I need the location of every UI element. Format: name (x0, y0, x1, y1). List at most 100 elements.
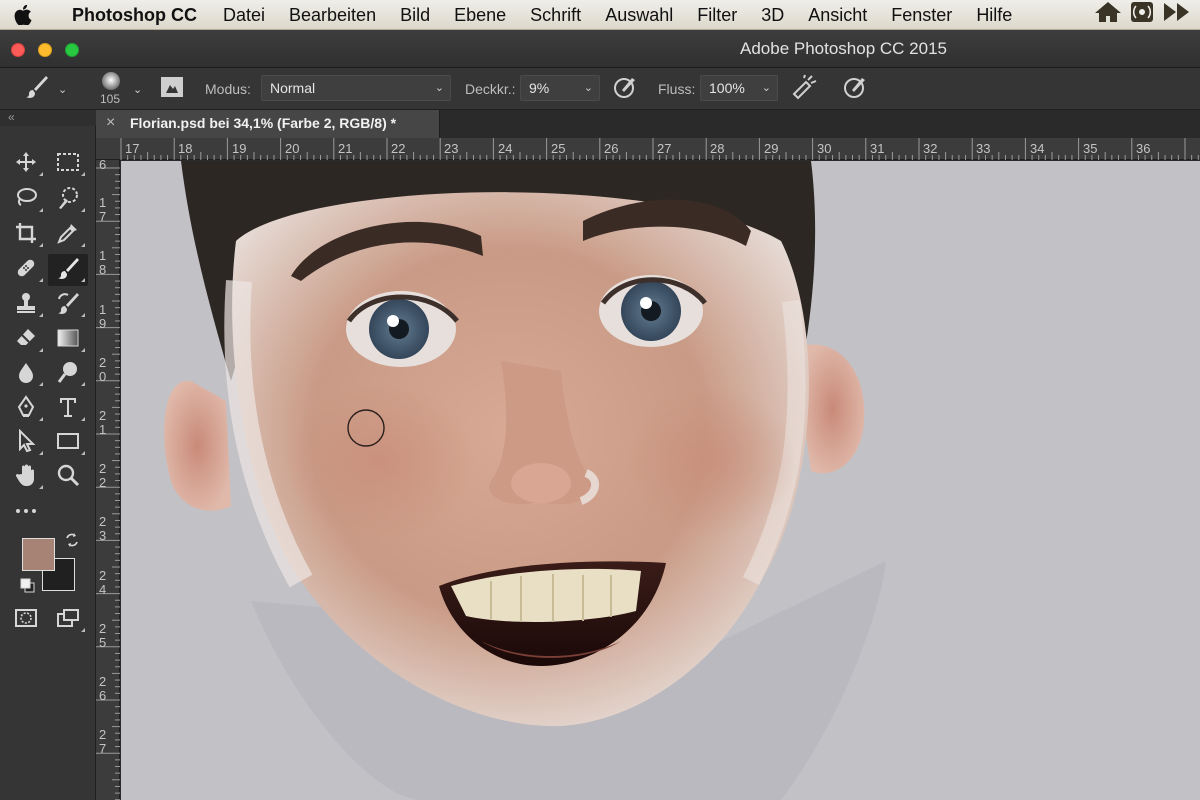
brush-icon (56, 256, 80, 285)
mode-value: Normal (270, 80, 316, 96)
apple-icon[interactable] (0, 0, 46, 30)
tool-preset-picker[interactable]: ⌄ (24, 68, 67, 110)
window-close-button[interactable] (11, 43, 25, 57)
menu-hilfe[interactable]: Hilfe (964, 0, 1024, 30)
screen-mode-icon (56, 608, 80, 633)
ruler-label: 2 7 (99, 727, 107, 756)
ruler-label: 27 (657, 141, 672, 156)
opacity-input[interactable]: 9% ⌄ (520, 75, 600, 101)
zoom-icon (56, 463, 80, 492)
eyedropper-icon (56, 221, 80, 250)
ruler-label: 19 (232, 141, 247, 156)
pressure-opacity-icon (612, 74, 638, 105)
chevron-down-icon: ⌄ (434, 82, 444, 94)
airbrush-icon (790, 74, 818, 105)
vertical-ruler[interactable]: 6 1 7 1 8 1 9 2 0 2 1 2 2 2 3 2 4 2 5 2 … (96, 158, 120, 800)
lasso-tool[interactable] (6, 184, 46, 216)
options-bar: ⌄ 105 ⌄ Modus: Normal ⌄ Deckkr.: 9% ⌄ Fl… (0, 68, 1200, 110)
default-colors-icon[interactable] (20, 578, 36, 599)
pressure-size-toggle[interactable] (842, 68, 868, 110)
ruler-label: 2 6 (99, 674, 107, 703)
crop-tool[interactable] (6, 219, 46, 251)
ruler-label: 1 7 (99, 195, 107, 224)
ruler-label: 2 2 (99, 461, 107, 490)
chevron-down-icon: ⌄ (583, 82, 593, 94)
document-canvas[interactable] (121, 161, 1200, 800)
shape-tool[interactable] (48, 427, 88, 459)
foreground-color-swatch[interactable] (22, 538, 55, 571)
window-zoom-button[interactable] (65, 43, 79, 57)
pressure-opacity-toggle[interactable] (612, 68, 638, 110)
more-icon (14, 503, 38, 521)
menu-fenster[interactable]: Fenster (879, 0, 964, 30)
brush-panel-icon (160, 76, 184, 103)
chevron-down-icon: ⌄ (761, 82, 771, 94)
zoom-tool[interactable] (48, 461, 88, 493)
quick-select-icon (56, 186, 80, 215)
ruler-label: 17 (125, 141, 140, 156)
menu-auswahl[interactable]: Auswahl (593, 0, 685, 30)
airbrush-toggle[interactable] (790, 68, 818, 110)
flow-value: 100% (709, 80, 745, 96)
chevron-down-icon: ⌄ (133, 83, 143, 96)
ruler-label: 23 (444, 141, 459, 156)
brush-icon (24, 74, 50, 105)
quick-mask-button[interactable] (6, 604, 46, 636)
menu-ebene[interactable]: Ebene (442, 0, 518, 30)
quick-mask-icon (14, 608, 38, 633)
ruler-label: 20 (285, 141, 300, 156)
brush-panel-toggle[interactable] (160, 68, 184, 110)
double-arrow-icon[interactable] (1162, 1, 1192, 28)
opacity-label: Deckkr.: (465, 81, 516, 97)
eyedropper-tool[interactable] (48, 219, 88, 251)
ruler-label: 22 (391, 141, 406, 156)
ruler-label: 2 0 (99, 355, 107, 384)
clone-stamp-icon (14, 291, 38, 320)
path-select-icon (14, 428, 38, 458)
marquee-tool[interactable] (48, 148, 88, 180)
brush-preset-caret[interactable]: ⌄ (133, 68, 142, 110)
edit-toolbar-button[interactable] (6, 496, 46, 528)
screen-mode-button[interactable] (48, 604, 88, 636)
menu-bild[interactable]: Bild (388, 0, 442, 30)
menu-3d[interactable]: 3D (749, 0, 796, 30)
dodge-tool[interactable] (48, 358, 88, 390)
lasso-icon (14, 186, 38, 215)
panel-collapse-strip[interactable]: « (0, 110, 96, 126)
home-icon[interactable] (1094, 1, 1122, 28)
eraser-tool[interactable] (6, 324, 46, 356)
close-tab-icon[interactable]: × (106, 114, 115, 132)
type-tool[interactable] (48, 393, 88, 425)
blur-tool[interactable] (6, 358, 46, 390)
clone-stamp-tool[interactable] (6, 289, 46, 321)
chevron-down-icon: ⌄ (58, 83, 68, 96)
flow-input[interactable]: 100% ⌄ (700, 75, 778, 101)
menu-app-name[interactable]: Photoshop CC (46, 0, 211, 30)
document-tab[interactable]: × Florian.psd bei 34,1% (Farbe 2, RGB/8)… (96, 110, 440, 138)
blur-icon (14, 360, 38, 389)
broadcast-icon[interactable] (1130, 1, 1154, 28)
move-tool[interactable] (6, 148, 46, 180)
menu-bearbeiten[interactable]: Bearbeiten (277, 0, 388, 30)
path-selection-tool[interactable] (6, 427, 46, 459)
ruler-label: 30 (817, 141, 832, 156)
history-brush-tool[interactable] (48, 289, 88, 321)
ruler-label: 24 (498, 141, 513, 156)
gradient-icon (56, 328, 80, 353)
mode-label: Modus: (205, 81, 251, 97)
menu-ansicht[interactable]: Ansicht (796, 0, 879, 30)
mode-select[interactable]: Normal ⌄ (261, 75, 451, 101)
swap-colors-icon[interactable] (64, 532, 80, 553)
window-minimize-button[interactable] (38, 43, 52, 57)
hand-tool[interactable] (6, 461, 46, 493)
pen-tool[interactable] (6, 393, 46, 425)
menu-schrift[interactable]: Schrift (518, 0, 593, 30)
menu-datei[interactable]: Datei (211, 0, 277, 30)
healing-brush-tool[interactable] (6, 254, 46, 286)
gradient-tool[interactable] (48, 324, 88, 356)
horizontal-ruler[interactable]: 17 18 19 20 21 22 23 24 25 26 27 28 29 3… (96, 138, 1200, 160)
menu-filter[interactable]: Filter (685, 0, 749, 30)
ruler-label: 36 (1136, 141, 1151, 156)
brush-tool[interactable] (48, 254, 88, 286)
quick-select-tool[interactable] (48, 184, 88, 216)
